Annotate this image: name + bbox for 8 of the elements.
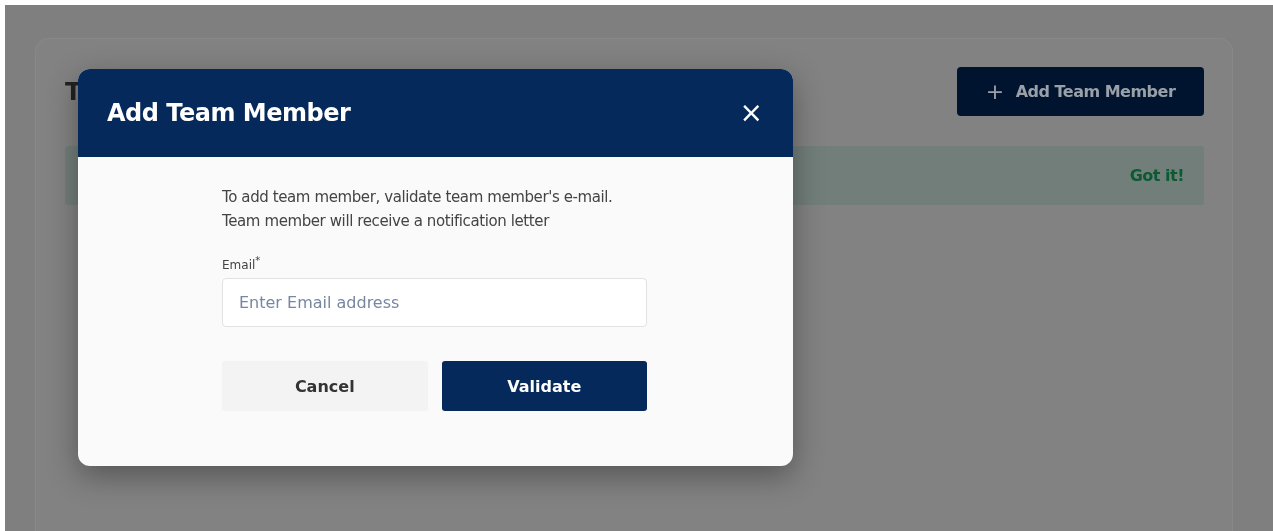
cancel-button[interactable]: Cancel bbox=[222, 361, 428, 411]
field-label: Email$^{*}$ bbox=[222, 255, 262, 272]
dialog-title: Add Team Member bbox=[107, 99, 351, 127]
validate-button[interactable]: Validate bbox=[441, 361, 647, 411]
close-button[interactable]: × bbox=[739, 99, 763, 127]
add-team-member-button[interactable]: + Add Team Member bbox=[957, 67, 1204, 116]
email-input[interactable]: Enter Email address bbox=[222, 278, 647, 327]
dialog-description: To add team member, validate team member's e-mail. Team member will receive a notification letter bbox=[222, 187, 614, 232]
